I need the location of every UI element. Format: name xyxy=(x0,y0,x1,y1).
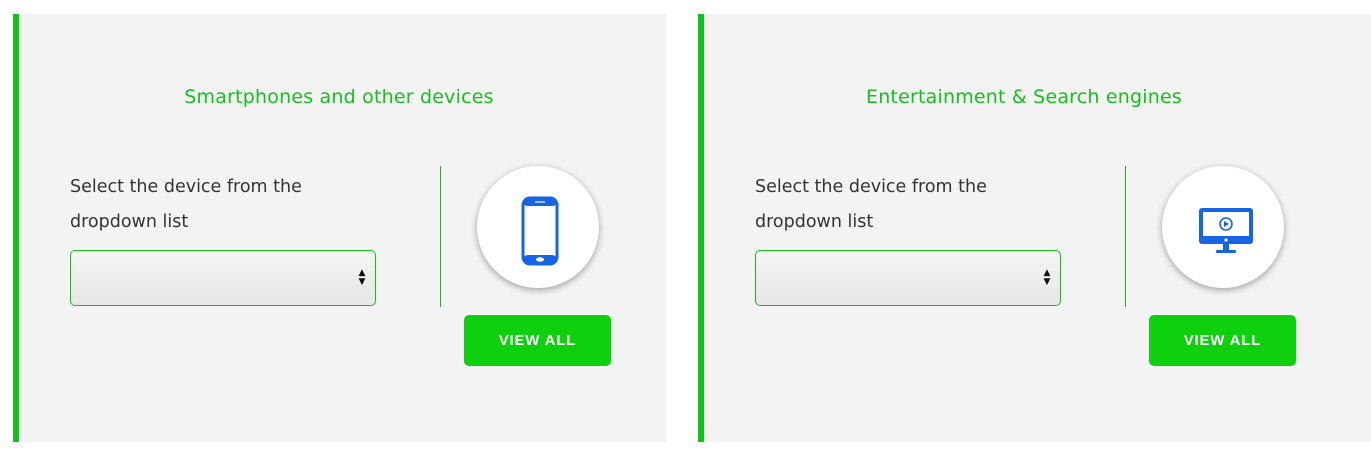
device-select[interactable]: ▲ ▼ xyxy=(755,250,1061,306)
vertical-divider xyxy=(1125,166,1126,307)
card-title: Entertainment & Search engines xyxy=(865,86,1182,108)
icon-circle xyxy=(1162,166,1284,288)
card-description: Select the device from the dropdown list xyxy=(70,177,302,232)
monitor-play-icon xyxy=(1199,208,1253,253)
view-all-button[interactable]: VIEW ALL xyxy=(1149,315,1296,366)
device-card-entertainment: Entertainment & Search engines Select th… xyxy=(698,14,1371,442)
device-card-smartphones: Smartphones and other devices Select the… xyxy=(13,14,666,442)
device-select[interactable]: ▲ ▼ xyxy=(70,250,376,306)
card-accent-bar xyxy=(13,14,19,442)
view-all-button[interactable]: VIEW ALL xyxy=(464,315,611,366)
card-description: Select the device from the dropdown list xyxy=(755,177,987,232)
select-arrows-icon: ▲ ▼ xyxy=(1043,268,1051,287)
card-accent-bar xyxy=(698,14,704,442)
icon-circle xyxy=(477,166,599,288)
card-title: Smartphones and other devices xyxy=(184,86,494,108)
vertical-divider xyxy=(440,166,441,307)
smartphone-icon xyxy=(521,196,559,266)
select-arrows-icon: ▲ ▼ xyxy=(358,268,366,287)
